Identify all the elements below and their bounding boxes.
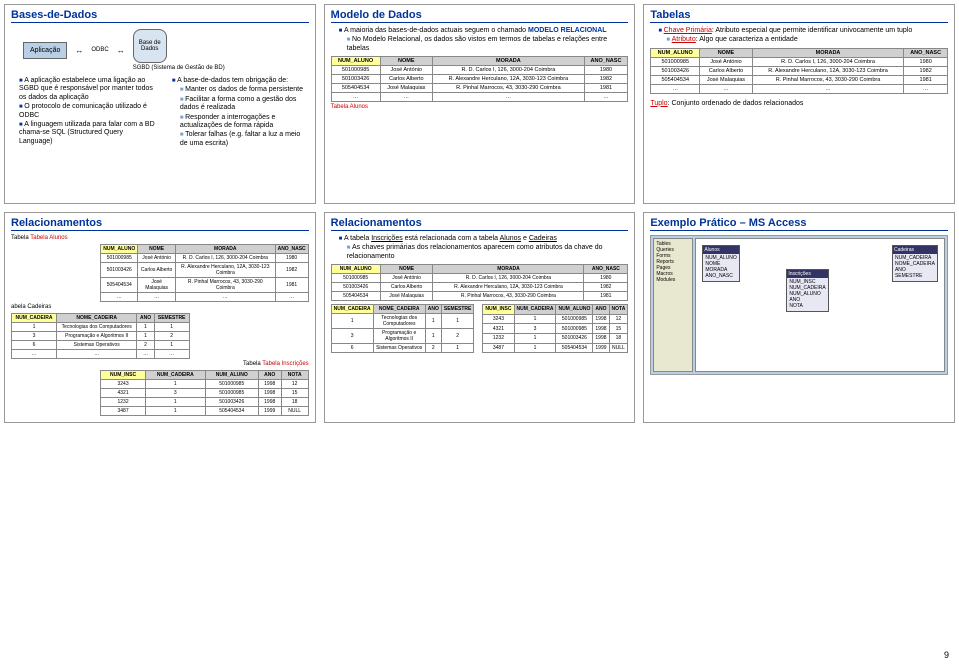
bullet: No Modelo Relacional, os dados são visto… <box>347 36 629 53</box>
bullet: A linguagem utilizada para falar com a B… <box>19 121 156 146</box>
bullet: A maioria das bases-de-dados actuais seg… <box>339 27 629 35</box>
table-name: Tabela Tabela Inscrições <box>11 361 309 367</box>
bullet: Facilitar a forma como a gestão dos dado… <box>180 96 309 113</box>
bullet: A tabela Inscrições está relacionada com… <box>339 235 629 243</box>
bullet: Chave Primária: Atributo especial que pe… <box>658 27 948 35</box>
bullet: Tolerar falhas (e.g. faltar a luz a meio… <box>180 131 309 148</box>
bullet: O protocolo de comunicação utilizado é O… <box>19 103 156 120</box>
tabela-alunos: NUM_ALUNONOMEMORADAANO_NASC 501000985Jos… <box>331 56 629 102</box>
database-cylinder-icon: Base de Dados <box>133 29 167 63</box>
table-name: abela Cadeiras <box>11 304 309 310</box>
slide-exemplo-ms-access: Exemplo Prático – MS Access Tables Queri… <box>643 212 955 423</box>
table-name: Tabela Tabela Alunos <box>11 235 309 241</box>
app-box: Aplicação <box>23 42 67 59</box>
slide-title: Tabelas <box>650 9 948 23</box>
slide-relacionamentos-2: Relacionamentos A tabela Inscrições está… <box>324 212 636 423</box>
slide-title: Exemplo Prático – MS Access <box>650 217 948 231</box>
tabela-cadeiras-mini: NUM_CADEIRANOME_CADEIRAANOSEMESTRE 1Tecn… <box>331 304 475 353</box>
tabela-alunos-mini: NUM_ALUNONOMEMORADAANO_NASC 501000985Jos… <box>331 264 629 301</box>
relbox-inscricoes[interactable]: Inscrições NUM_INSC NUM_CADEIRA NUM_ALUN… <box>786 269 828 312</box>
page-number: 9 <box>944 650 949 660</box>
relationships-canvas[interactable]: Alunos NUM_ALUNO NOME MORADA ANO_NASC In… <box>695 238 945 372</box>
bullet: Manter os dados de forma persistente <box>180 86 309 94</box>
right-bullets: A base-de-dados tem obrigação de: Manter… <box>164 77 309 148</box>
left-bullets: A aplicação estabelece uma ligação ao SG… <box>11 77 156 146</box>
ms-access-window: Tables Queries Forms Reports Pages Macro… <box>650 235 948 375</box>
bullet: Responder a interrogações e actualizaçõe… <box>180 114 309 131</box>
slide-tabelas: Tabelas Chave Primária: Atributo especia… <box>643 4 955 204</box>
tabela-alunos: NUM_ALUNONOMEMORADAANO_NASC 501000985Jos… <box>100 244 308 302</box>
slide-title: Relacionamentos <box>11 217 309 231</box>
bullet: A aplicação estabelece uma ligação ao SG… <box>19 77 156 102</box>
bullet: Atributo: Algo que caracteriza a entidad… <box>666 36 948 44</box>
slide-bases-de-dados: Bases-de-Dados Aplicação ↔ ODBC ↔ Base d… <box>4 4 316 204</box>
slide-title: Bases-de-Dados <box>11 9 309 23</box>
arrow-icon: ↔ <box>117 46 125 55</box>
tuplo-label: Tuplo <box>650 100 667 107</box>
bullet: As chaves primárias dos relacionamentos … <box>347 244 629 261</box>
tabela-inscricoes-mini: NUM_INSCNUM_CADEIRANUM_ALUNOANONOTA 3243… <box>482 304 628 353</box>
slide-modelo-de-dados: Modelo de Dados A maioria das bases-de-d… <box>324 4 636 204</box>
slide-title: Relacionamentos <box>331 217 629 231</box>
relbox-cadeiras[interactable]: Cadeiras NUM_CADEIRA NOME_CADEIRA ANO SE… <box>892 245 938 282</box>
odbc-label: ODBC <box>91 47 108 53</box>
architecture-diagram: Aplicação ↔ ODBC ↔ Base de Dados SGBD (S… <box>23 29 309 71</box>
bullet-lead: A base-de-dados tem obrigação de: <box>172 77 309 85</box>
arrow-icon: ↔ <box>75 46 83 55</box>
tabela-cadeiras: NUM_CADEIRANOME_CADEIRAANOSEMESTRE 1Tecn… <box>11 313 190 359</box>
access-sidebar: Tables Queries Forms Reports Pages Macro… <box>653 238 693 372</box>
tabela-alunos: NUM_ALUNONOMEMORADAANO_NASC 501000985Jos… <box>650 48 948 94</box>
slide-title: Modelo de Dados <box>331 9 629 23</box>
sgbd-label: SGBD (Sistema de Gestão de BD) <box>133 65 225 71</box>
sidebar-item[interactable]: Modules <box>656 277 690 283</box>
relbox-alunos[interactable]: Alunos NUM_ALUNO NOME MORADA ANO_NASC <box>702 245 739 282</box>
table-caption: Tabela Alunos <box>331 104 629 110</box>
slide-relacionamentos-1: Relacionamentos Tabela Tabela Alunos NUM… <box>4 212 316 423</box>
tabela-inscricoes: NUM_INSCNUM_CADEIRANUM_ALUNOANONOTA 3243… <box>100 370 308 416</box>
